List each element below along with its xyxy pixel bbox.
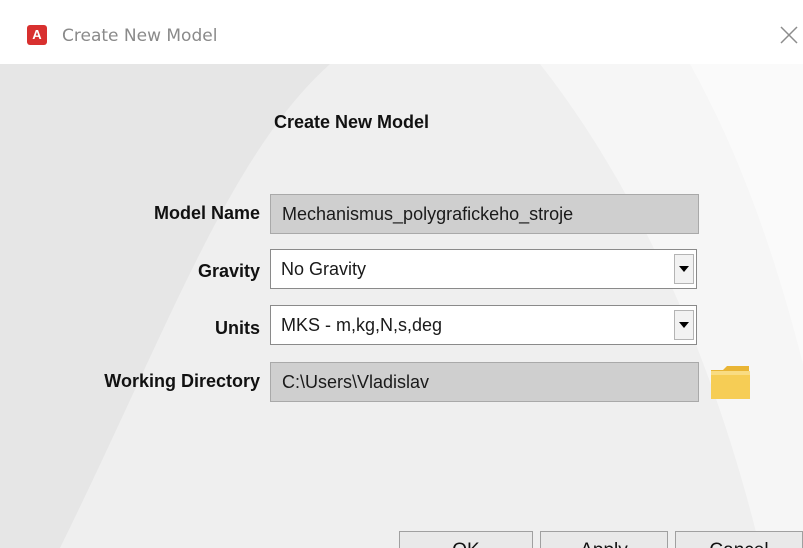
working-directory-label: Working Directory [104,371,260,391]
browse-folder-button[interactable] [709,364,752,400]
units-dropdown-button[interactable] [674,310,694,340]
ok-button[interactable]: OK [399,531,533,548]
close-icon [780,26,798,44]
create-new-model-dialog: A Create New Model Create New Model Mode… [0,0,803,548]
units-label: Units [215,318,260,338]
gravity-select[interactable]: No Gravity [270,249,697,289]
units-selected-value: MKS - m,kg,N,s,deg [281,315,443,335]
gravity-dropdown-button[interactable] [674,254,694,284]
dropdown-arrow-icon [679,266,689,272]
model-name-field[interactable]: Mechanismus_polygrafickeho_stroje [270,194,699,234]
apply-button[interactable]: Apply [540,531,668,548]
dropdown-arrow-icon [679,322,689,328]
model-name-label: Model Name [153,203,260,223]
dialog-heading: Create New Model [274,112,430,132]
folder-icon [711,366,750,399]
gravity-label: Gravity [197,261,260,281]
units-select[interactable]: MKS - m,kg,N,s,deg [270,305,697,345]
working-directory-field[interactable]: C:\Users\Vladislav [270,362,699,402]
window-title: Create New Model [62,26,218,46]
gravity-selected-value: No Gravity [281,259,367,279]
close-button[interactable] [776,22,802,48]
app-logo-icon: A [27,25,47,45]
cancel-button[interactable]: Cancel [675,531,803,548]
